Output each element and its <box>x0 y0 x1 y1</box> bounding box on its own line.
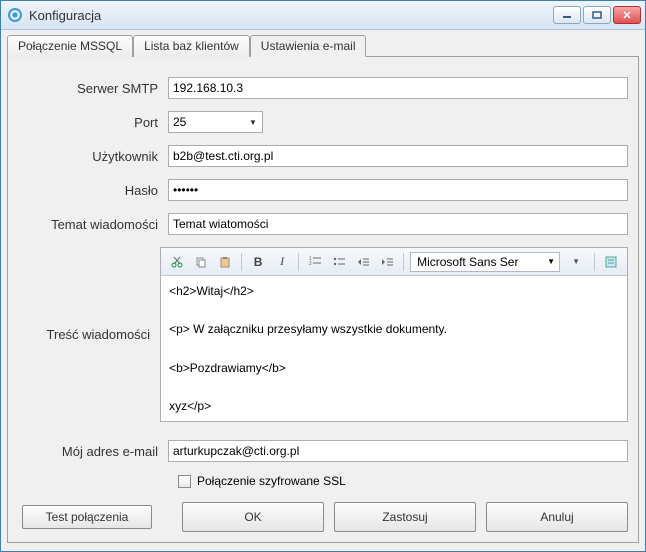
ssl-label: Połączenie szyfrowane SSL <box>197 474 346 488</box>
button-bar: Test połączenia OK Zastosuj Anuluj <box>18 502 628 532</box>
port-value: 25 <box>169 115 244 129</box>
paste-icon[interactable] <box>215 252 235 272</box>
copy-icon[interactable] <box>191 252 211 272</box>
list-numbered-icon[interactable]: 12 <box>305 252 325 272</box>
toolbar-separator <box>594 253 595 271</box>
subject-input[interactable] <box>168 213 628 235</box>
editor-toolbar: B I 12 Microsoft Sans Ser ▼ <box>161 248 627 276</box>
label-user: Użytkownik <box>18 149 168 164</box>
chevron-down-icon: ▼ <box>541 257 555 266</box>
bold-icon[interactable]: B <box>248 252 268 272</box>
label-port: Port <box>18 115 168 130</box>
test-connection-button[interactable]: Test połączenia <box>22 505 152 529</box>
app-icon <box>7 7 23 23</box>
label-myemail: Mój adres e-mail <box>18 444 168 459</box>
user-input[interactable] <box>168 145 628 167</box>
label-smtp: Serwer SMTP <box>18 81 168 96</box>
toolbar-separator <box>241 253 242 271</box>
select-all-icon[interactable] <box>601 252 621 272</box>
editor-textarea[interactable]: <h2>Witaj</h2> <p> W załączniku przesyła… <box>161 276 627 421</box>
font-combo[interactable]: Microsoft Sans Ser ▼ <box>410 252 560 272</box>
cancel-button[interactable]: Anuluj <box>486 502 628 532</box>
label-pass: Hasło <box>18 183 168 198</box>
ssl-checkbox[interactable] <box>178 475 191 488</box>
chevron-down-icon[interactable]: ▼ <box>564 257 588 266</box>
font-name: Microsoft Sans Ser <box>417 255 518 269</box>
chevron-down-icon: ▼ <box>244 118 262 127</box>
port-combo[interactable]: 25 ▼ <box>168 111 263 133</box>
list-bullet-icon[interactable] <box>329 252 349 272</box>
rich-editor: B I 12 Microsoft Sans Ser ▼ <box>160 247 628 422</box>
password-input[interactable] <box>168 179 628 201</box>
tab-mssql[interactable]: Połączenie MSSQL <box>7 35 133 57</box>
tabstrip: Połączenie MSSQL Lista baz klientów Usta… <box>7 34 639 56</box>
window-title: Konfiguracja <box>29 8 553 23</box>
tab-clients[interactable]: Lista baz klientów <box>133 35 250 57</box>
smtp-input[interactable] <box>168 77 628 99</box>
cut-icon[interactable] <box>167 252 187 272</box>
toolbar-separator <box>298 253 299 271</box>
toolbar-separator <box>403 253 404 271</box>
indent-icon[interactable] <box>377 252 397 272</box>
italic-icon[interactable]: I <box>272 252 292 272</box>
tab-email[interactable]: Ustawienia e-mail <box>250 35 367 57</box>
ok-button[interactable]: OK <box>182 502 324 532</box>
config-window: Konfiguracja Połączenie MSSQL Lista baz … <box>0 0 646 552</box>
label-body: Treść wiadomości <box>18 247 160 342</box>
client-area: Połączenie MSSQL Lista baz klientów Usta… <box>1 30 645 551</box>
tab-panel-email: Serwer SMTP Port 25 ▼ Użytkownik <box>7 56 639 543</box>
outdent-icon[interactable] <box>353 252 373 272</box>
apply-button[interactable]: Zastosuj <box>334 502 476 532</box>
maximize-button[interactable] <box>583 6 611 24</box>
close-button[interactable] <box>613 6 641 24</box>
minimize-button[interactable] <box>553 6 581 24</box>
myemail-input[interactable] <box>168 440 628 462</box>
window-controls <box>553 6 641 24</box>
svg-text:2: 2 <box>309 261 312 267</box>
titlebar: Konfiguracja <box>1 1 645 30</box>
label-subject: Temat wiadomości <box>18 217 168 232</box>
